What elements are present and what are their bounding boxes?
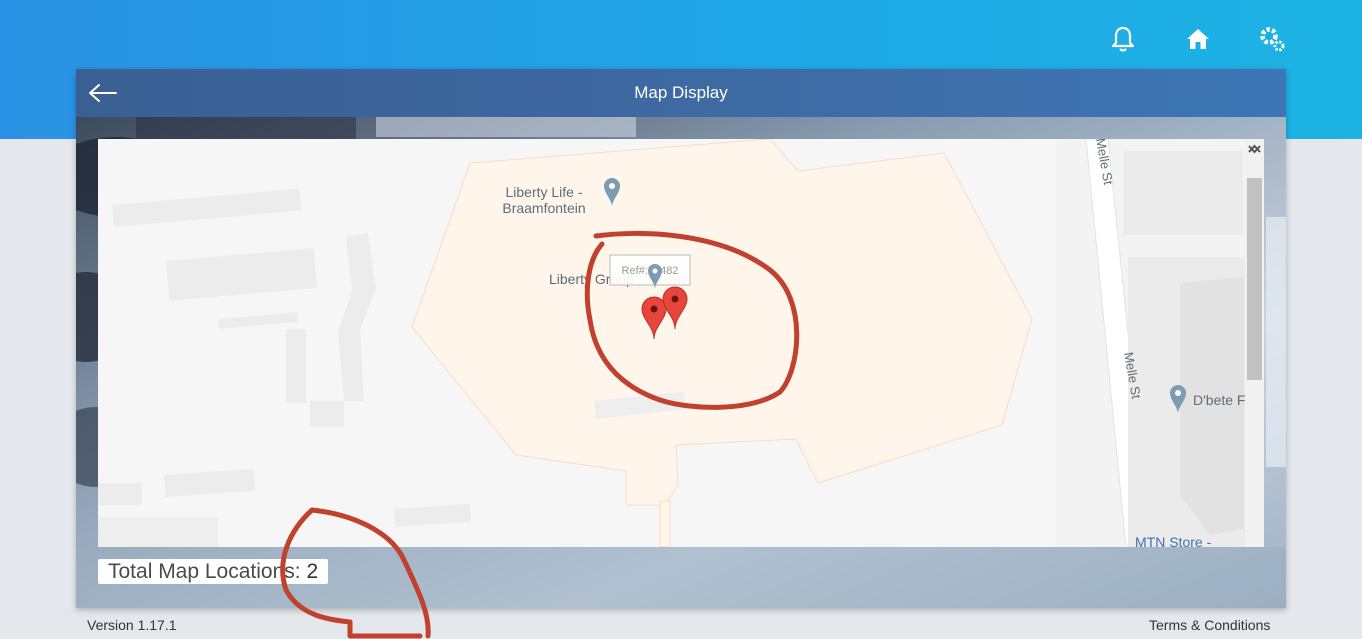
map-building bbox=[286, 329, 306, 403]
map-building bbox=[217, 312, 299, 329]
poi-label: MTN Store - bbox=[1135, 534, 1212, 547]
poi-label: Braamfontein bbox=[502, 200, 585, 216]
map-building bbox=[98, 483, 142, 505]
total-locations-count: 2 bbox=[306, 560, 319, 583]
map-view[interactable]: Liberty Life - Braamfontein Liberty Grou… bbox=[98, 139, 1264, 547]
map-display-card: Map Display Liberty Life - Braamfontein … bbox=[76, 69, 1286, 608]
scrollbar-thumb[interactable] bbox=[1247, 178, 1262, 380]
map-building bbox=[393, 503, 472, 527]
version-text: Version 1.17.1 bbox=[87, 617, 177, 633]
total-locations-box: Total Map Locations: 2 bbox=[98, 559, 329, 584]
total-locations-label: Total Map Locations: bbox=[108, 560, 301, 583]
terms-link[interactable]: Terms & Conditions bbox=[1149, 617, 1270, 633]
map-building bbox=[338, 233, 376, 401]
page-title: Map Display bbox=[634, 83, 728, 102]
map-building bbox=[164, 468, 256, 497]
map-building bbox=[112, 188, 302, 227]
map-building bbox=[166, 248, 317, 301]
map-building bbox=[310, 401, 344, 427]
map-building bbox=[1123, 151, 1243, 235]
card-header: Map Display bbox=[76, 69, 1286, 117]
map-scrollbar[interactable] bbox=[1245, 139, 1264, 547]
bell-icon[interactable] bbox=[1108, 24, 1138, 54]
poi-label: Liberty Life - bbox=[505, 184, 582, 200]
map-building bbox=[98, 517, 218, 547]
poi-label: D'bete F bbox=[1193, 392, 1245, 408]
settings-icon[interactable] bbox=[1257, 24, 1287, 54]
home-icon[interactable] bbox=[1183, 24, 1213, 54]
chevron-down-icon[interactable] bbox=[1245, 139, 1264, 159]
